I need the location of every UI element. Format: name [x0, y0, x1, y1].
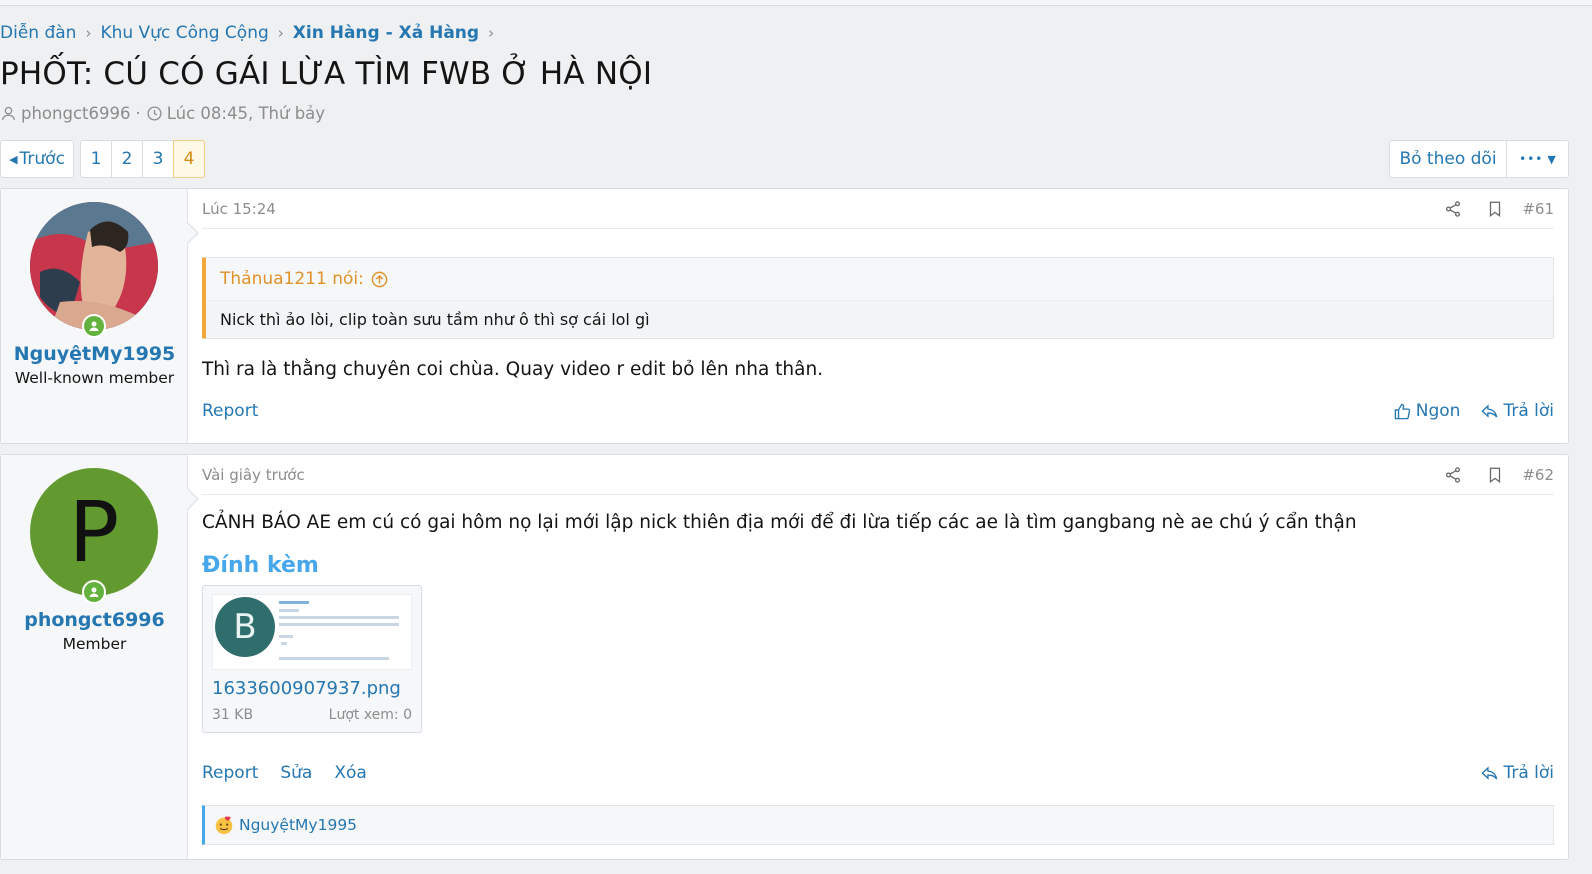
attachment-size: 31 KB [212, 707, 254, 723]
thumbnail-detail [281, 642, 287, 645]
report-link[interactable]: Report [202, 401, 258, 421]
reply-button[interactable]: Trả lời [1480, 763, 1554, 783]
post-body-text: Thì ra là thằng chuyên coi chùa. Quay vi… [202, 359, 824, 380]
avatar-photo-icon [30, 202, 158, 330]
reply-label: Trả lời [1503, 401, 1554, 421]
reply-icon [1481, 403, 1498, 418]
post-header-actions: #62 [1444, 466, 1554, 484]
post-footer-actions: Report Ngon Trả lời [202, 401, 1554, 421]
quote-header[interactable]: Thảnua1211 nói: [206, 258, 1553, 300]
post-main: Vài giây trước #62 CẢNH BÁO AE em cú có … [188, 455, 1568, 859]
user-icon [1, 106, 16, 121]
thumbnail-detail [279, 609, 299, 612]
post-time-link[interactable]: Lúc 15:24 [202, 200, 276, 218]
thread-meta: phongct6996 · Lúc 08:45, Thứ bảy [0, 104, 325, 123]
love-reaction-icon[interactable] [213, 814, 235, 836]
post-footer-right: Ngon Trả lời [1393, 401, 1554, 421]
post-user-cell: NguyệtMy1995 Well-known member [1, 189, 199, 443]
reply-label: Trả lời [1503, 763, 1554, 783]
like-label: Ngon [1415, 401, 1461, 421]
reaction-user-link[interactable]: NguyệtMy1995 [239, 816, 357, 834]
quote-text: Nick thì ảo lòi, clip toàn sưu tầm như ô… [206, 300, 1553, 338]
post-number-link[interactable]: #61 [1522, 200, 1554, 218]
post-main: Lúc 15:24 #61 Thảnua1211 nói: Nick thì ả… [188, 189, 1568, 443]
post-header: Lúc 15:24 #61 [202, 189, 1554, 229]
post-number-link[interactable]: #62 [1522, 466, 1554, 484]
reply-icon [1481, 765, 1498, 780]
post-username[interactable]: phongct6996 [1, 609, 188, 631]
share-icon[interactable] [1444, 200, 1462, 218]
caret-down-icon: ▼ [1547, 152, 1556, 166]
bookmark-icon[interactable] [1486, 466, 1504, 484]
thread-author-link[interactable]: phongct6996 [21, 104, 131, 123]
chevron-right-icon: › [488, 24, 495, 42]
post-header: Vài giây trước #62 [202, 455, 1554, 495]
avatar[interactable]: P [30, 468, 158, 596]
post-username[interactable]: NguyệtMy1995 [1, 343, 188, 365]
breadcrumb-item-category[interactable]: Xin Hàng - Xả Hàng [293, 23, 479, 43]
thread-start-date[interactable]: Lúc 08:45, Thứ bảy [167, 104, 325, 123]
quote-author: Thảnua1211 nói: [220, 269, 364, 289]
online-status-badge [82, 580, 106, 604]
reactions-bar: NguyệtMy1995 [202, 805, 1554, 845]
breadcrumb-item-forums[interactable]: Diễn đàn [0, 23, 76, 43]
thumbnail-detail [279, 616, 399, 619]
page-numbers: 1 2 3 4 [80, 140, 205, 178]
post-footer-actions: Report Sửa Xóa Trả lời [202, 763, 1554, 783]
share-icon[interactable] [1444, 466, 1462, 484]
post-61: NguyệtMy1995 Well-known member Lúc 15:24… [0, 188, 1569, 444]
like-button[interactable]: Ngon [1393, 401, 1461, 421]
thumbs-up-icon [1394, 403, 1410, 419]
breadcrumb-item-public-area[interactable]: Khu Vực Công Cộng [100, 23, 268, 43]
page-link-1[interactable]: 1 [80, 140, 112, 178]
user-online-icon [89, 321, 99, 331]
post-time-link[interactable]: Vài giây trước [202, 466, 305, 484]
online-status-badge [82, 314, 106, 338]
attachment-thumbnail[interactable]: B [212, 594, 412, 670]
avatar[interactable] [30, 202, 158, 330]
post-header-actions: #61 [1444, 200, 1554, 218]
caret-left-icon: ◀ [9, 152, 18, 166]
meta-separator: · [135, 104, 141, 123]
more-dots-icon: ••• [1519, 152, 1544, 166]
edit-link[interactable]: Sửa [280, 763, 312, 783]
page-link-3[interactable]: 3 [142, 140, 174, 178]
attachment-filename[interactable]: 1633600907937.png [212, 678, 401, 699]
user-title: Well-known member [14, 369, 175, 387]
post-footer-right: Trả lời [1480, 763, 1554, 783]
post-62: P phongct6996 Member Vài giây trước #62 … [0, 454, 1569, 860]
page-link-4-current[interactable]: 4 [173, 140, 205, 178]
attachment-card[interactable]: B 1633600907937.png 31 KB Lượt xem: 0 [202, 585, 422, 733]
unfollow-button[interactable]: Bỏ theo dõi [1389, 140, 1507, 178]
thumbnail-detail [279, 601, 309, 604]
user-title: Member [62, 635, 127, 653]
reply-button[interactable]: Trả lời [1480, 401, 1554, 421]
chevron-right-icon: › [277, 24, 284, 42]
user-online-icon [89, 587, 99, 597]
clock-icon [147, 106, 162, 121]
post-user-cell: P phongct6996 Member [1, 455, 199, 859]
report-link[interactable]: Report [202, 763, 258, 783]
chevron-right-icon: › [85, 24, 92, 42]
breadcrumb: Diễn đàn › Khu Vực Công Cộng › Xin Hàng … [0, 20, 503, 46]
header-bar [0, 0, 1592, 6]
prev-page-label: Trước [19, 149, 65, 169]
bookmark-icon[interactable] [1486, 200, 1504, 218]
delete-link[interactable]: Xóa [334, 763, 366, 783]
attachment-views: Lượt xem: 0 [328, 707, 412, 723]
more-options-button[interactable]: ••• ▼ [1506, 140, 1569, 178]
page-link-2[interactable]: 2 [111, 140, 143, 178]
attachments-title: Đính kèm [202, 553, 319, 578]
page-title: PHỐT: CÚ CÓ GÁI LỪA TÌM FWB Ở HÀ NỘI [0, 56, 653, 92]
prev-page-button[interactable]: ◀ Trước [0, 140, 74, 178]
thumbnail-detail [279, 635, 293, 638]
quote-block: Thảnua1211 nói: Nick thì ảo lòi, clip to… [202, 257, 1554, 339]
thumbnail-detail [279, 623, 399, 626]
thumbnail-detail [279, 657, 389, 660]
thumbnail-avatar: B [215, 597, 275, 657]
post-body-text: CẢNH BÁO AE em cú có gai hôm nọ lại mới … [202, 512, 1357, 533]
arrow-up-circle-icon[interactable] [370, 270, 389, 289]
